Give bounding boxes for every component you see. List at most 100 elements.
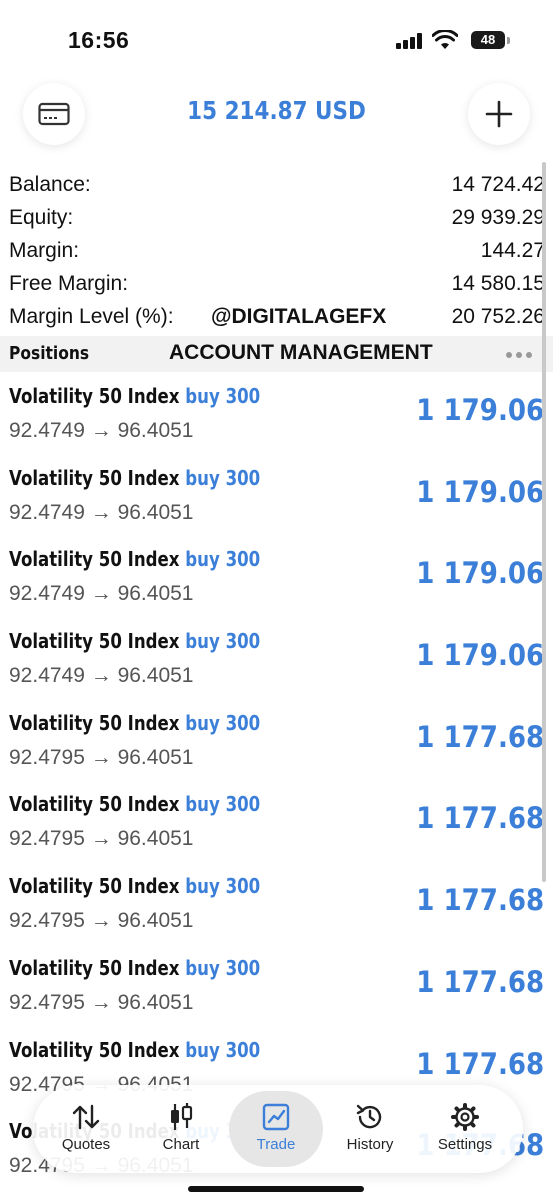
position-side: buy 300 [185,792,261,817]
bottom-tab-bar: Quotes Chart Trade History Settings [33,1085,523,1173]
tab-label: Settings [437,1136,493,1153]
summary-value: 20 752.26 [451,304,545,328]
status-bar: 16:56 48 [0,0,553,80]
summary-label: Free Margin: [9,271,129,295]
position-prices: 92.4749 → 96.4051 [9,500,194,524]
position-side: buy 300 [185,384,261,408]
scrollbar[interactable] [542,162,546,882]
symbol-name: Volatility 50 Index [9,792,180,817]
tab-quotes[interactable]: Quotes [39,1091,133,1167]
position-symbol: Volatility 50 Index buy 300 [9,629,260,653]
position-symbol: Volatility 50 Index buy 300 [9,547,260,571]
position-row[interactable]: Volatility 50 Index buy 300 92.4749 → 96.… [0,454,553,536]
position-prices: 92.4795 → 96.4051 [9,909,194,933]
position-prices: 92.4749 → 96.4051 [9,664,194,688]
position-row[interactable]: Volatility 50 Index buy 300 92.4749 → 96.… [0,535,553,617]
position-row[interactable]: Volatility 50 Index buy 300 92.4749 → 96.… [0,617,553,699]
equity-row: Equity: 29 939.29 [9,201,545,234]
position-profit: 1 179.06 [416,393,544,427]
position-side: buy 300 [185,1037,261,1062]
position-symbol: Volatility 50 Index buy 300 [9,956,260,980]
symbol-name: Volatility 50 Index [9,629,180,654]
position-prices: 92.4749 → 96.4051 [9,419,194,442]
tab-settings[interactable]: Settings [418,1091,512,1167]
position-profit: 1 177.68 [416,719,544,754]
tab-label: Quotes [61,1136,111,1153]
symbol-name: Volatility 50 Index [9,384,180,408]
more-options-icon[interactable] [506,352,532,358]
position-profit: 1 177.68 [416,883,544,918]
position-profit: 1 177.68 [416,801,544,836]
balance-row: Balance: 14 724.42 [9,168,545,201]
position-symbol: Volatility 50 Index buy 300 [9,792,260,816]
margin-row: Margin: 144.27 [9,234,545,267]
wifi-icon [432,30,458,49]
watermark-text: @DIGITALAGEFX [211,305,387,328]
positions-list: Volatility 50 Index buy 300 92.4749 → 96.… [0,372,553,1189]
symbol-name: Volatility 50 Index [9,465,180,490]
tab-label: History [346,1136,394,1153]
card-icon [38,102,70,126]
position-side: buy 300 [185,955,261,980]
position-row[interactable]: Volatility 50 Index buy 300 92.4795 → 96.… [0,780,553,862]
summary-label: Balance: [9,172,91,196]
summary-value: 14 580.15 [451,271,545,295]
tab-trade[interactable]: Trade [229,1091,323,1167]
summary-value: 29 939.29 [451,205,545,229]
tab-label: Chart [162,1136,200,1153]
free-margin-row: Free Margin: 14 580.15 [9,267,545,300]
position-symbol: Volatility 50 Index buy 300 [9,466,260,490]
positions-title: Positions [9,343,90,364]
position-side: buy 300 [185,465,261,490]
position-side: buy 300 [185,547,261,572]
home-indicator [188,1186,364,1192]
summary-value: 144.27 [480,238,545,262]
trend-chart-icon [262,1102,290,1132]
position-symbol: Volatility 50 Index buy 300 [9,384,260,408]
battery-icon: 48 [471,31,505,49]
sort-arrows-icon [71,1102,101,1132]
tab-label: Trade [256,1136,296,1153]
candlestick-icon [168,1102,194,1132]
account-card-button[interactable] [23,83,85,145]
tab-history[interactable]: History [323,1091,417,1167]
position-prices: 92.4795 → 96.4051 [9,745,194,769]
summary-label: Margin: [9,238,80,262]
status-time: 16:56 [68,27,130,53]
position-row[interactable]: Volatility 50 Index buy 300 92.4795 → 96.… [0,699,553,781]
overlay-banner-text: ACCOUNT MANAGEMENT [169,341,433,364]
symbol-name: Volatility 50 Index [9,1037,180,1062]
cellular-signal-icon [396,33,426,49]
new-order-button[interactable] [468,83,530,145]
position-symbol: Volatility 50 Index buy 300 [9,874,260,898]
tab-chart[interactable]: Chart [134,1091,228,1167]
position-symbol: Volatility 50 Index buy 300 [9,1038,260,1062]
plus-icon [485,100,513,128]
summary-label: Equity: [9,205,74,229]
position-row[interactable]: Volatility 50 Index buy 300 92.4795 → 96.… [0,944,553,1026]
position-row[interactable]: Volatility 50 Index buy 300 92.4749 → 96.… [0,372,553,454]
symbol-name: Volatility 50 Index [9,874,180,899]
position-profit: 1 179.06 [416,474,544,509]
summary-label: Margin Level (%): [9,304,174,328]
position-row[interactable]: Volatility 50 Index buy 300 92.4795 → 96.… [0,862,553,944]
position-prices: 92.4795 → 96.4051 [9,827,194,851]
history-icon [355,1102,385,1132]
position-side: buy 300 [185,874,261,899]
position-side: buy 300 [185,710,261,735]
summary-value: 14 724.42 [451,172,545,196]
positions-header: Positions ACCOUNT MANAGEMENT [0,336,553,372]
position-side: buy 300 [185,629,261,654]
position-profit: 1 177.68 [416,964,544,999]
symbol-name: Volatility 50 Index [9,710,180,735]
position-profit: 1 177.68 [416,1046,544,1081]
position-prices: 92.4749 → 96.4051 [9,582,194,606]
symbol-name: Volatility 50 Index [9,547,180,572]
position-profit: 1 179.06 [416,556,544,591]
symbol-name: Volatility 50 Index [9,955,180,980]
gear-icon [450,1102,480,1132]
position-prices: 92.4795 → 96.4051 [9,990,194,1014]
position-symbol: Volatility 50 Index buy 300 [9,711,260,735]
battery-tip [507,37,510,44]
account-balance-title: 15 214.87 USD [187,96,366,125]
